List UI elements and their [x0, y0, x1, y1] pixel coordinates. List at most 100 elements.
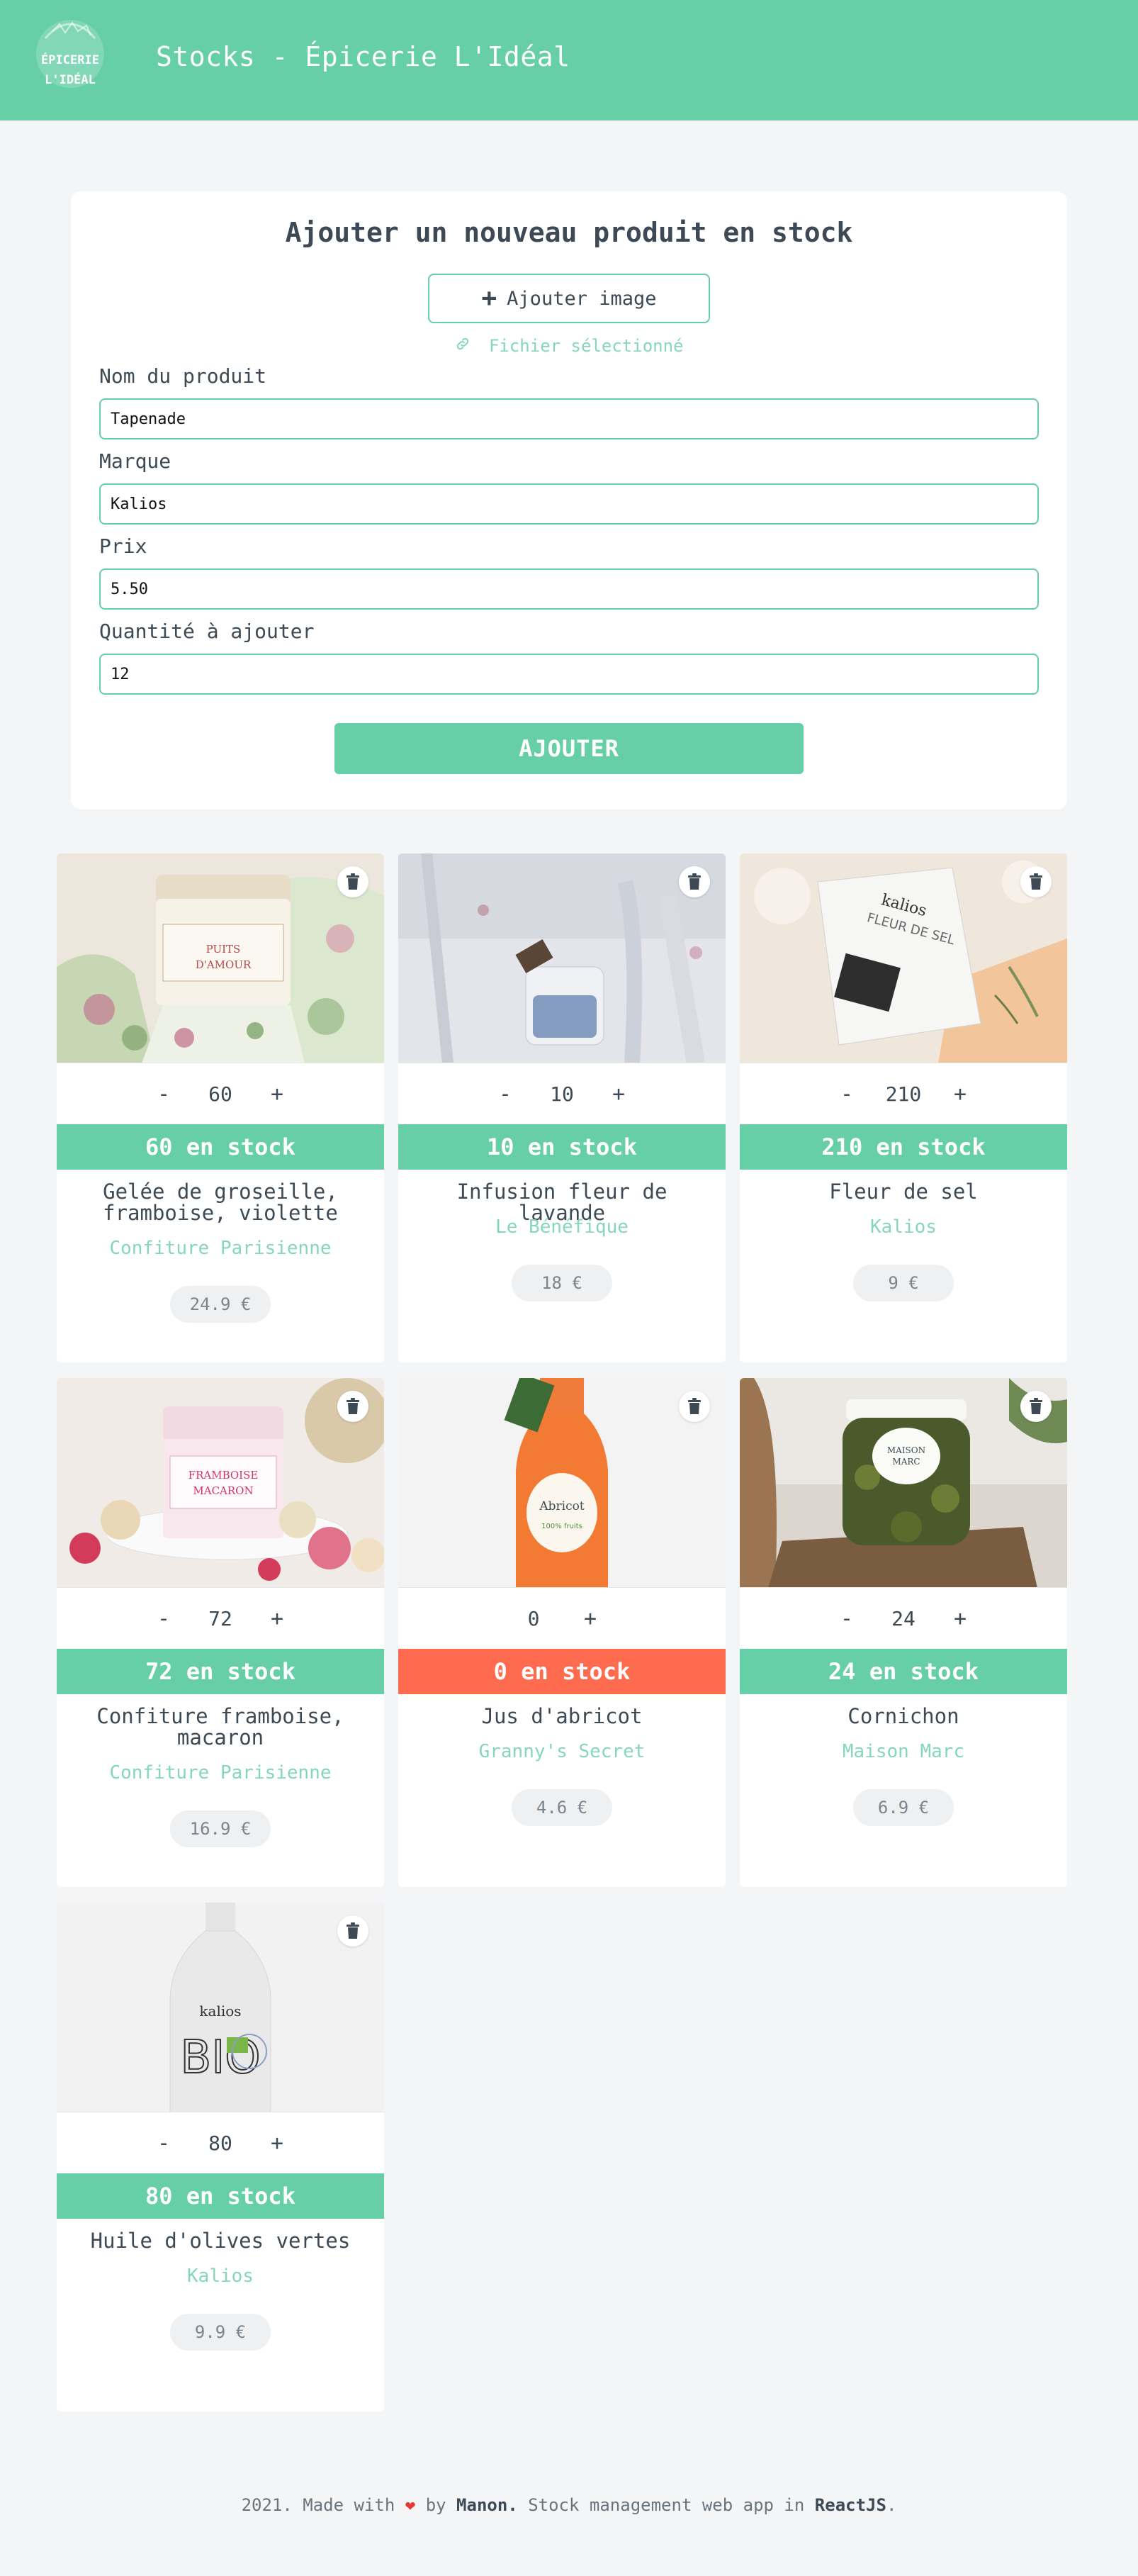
quantity-stepper: - 72 +: [57, 1588, 384, 1649]
quantity-value: 0: [527, 1606, 540, 1630]
trash-icon: [688, 873, 701, 890]
footer-author: Manon.: [456, 2495, 518, 2515]
product-image: [398, 853, 726, 1063]
product-name: Jus d'abricot: [481, 1704, 643, 1728]
increment-button[interactable]: +: [590, 1082, 647, 1107]
decrement-button[interactable]: -: [135, 1606, 192, 1631]
price-badge: 24.9 €: [170, 1286, 271, 1323]
product-brand: Kalios: [870, 1216, 937, 1238]
product-image: FRAMBOISE MACARON: [57, 1378, 384, 1588]
price-badge: 6.9 €: [853, 1789, 954, 1826]
plus-icon: +: [481, 284, 497, 313]
quantity-value: 24: [891, 1606, 916, 1630]
submit-add-button[interactable]: AJOUTER: [334, 723, 804, 774]
quantity-value: 80: [208, 2131, 232, 2155]
price-label: Prix: [99, 534, 147, 558]
image-label-line1: kalios: [199, 2003, 241, 2020]
quantity-stepper: - 10 +: [398, 1063, 726, 1124]
stock-badge: 10 en stock: [398, 1124, 726, 1170]
decrement-button[interactable]: -: [135, 1082, 192, 1107]
stock-badge: 24 en stock: [740, 1649, 1067, 1694]
footer-tech: ReactJS: [814, 2495, 886, 2515]
product-brand: Le Bénéfique: [495, 1216, 629, 1238]
logo-line2: L'IDÉAL: [45, 72, 96, 87]
product-image: PUITS D'AMOUR: [57, 853, 384, 1063]
trash-icon: [688, 1398, 701, 1414]
footer-middle: Stock management web app in: [528, 2495, 805, 2515]
increment-button[interactable]: +: [249, 2131, 305, 2156]
form-title: Ajouter un nouveau produit en stock: [285, 217, 853, 248]
stock-badge: 80 en stock: [57, 2173, 384, 2219]
increment-button[interactable]: +: [932, 1606, 988, 1631]
increment-button[interactable]: +: [932, 1082, 988, 1107]
product-name: Gelée de groseille, framboise, violette: [103, 1180, 338, 1225]
quantity-input[interactable]: [99, 654, 1039, 695]
product-brand: Confiture Parisienne: [109, 1238, 332, 1259]
link-icon: [455, 336, 471, 356]
add-product-form: Ajouter un nouveau produit en stock + Aj…: [71, 191, 1067, 810]
price-badge: 16.9 €: [170, 1810, 271, 1847]
product-name: Cornichon: [847, 1704, 959, 1728]
file-selected-status: Fichier sélectionné: [71, 336, 1067, 356]
quantity-value: 60: [208, 1082, 232, 1106]
product-image: Abricot 100% fruits: [398, 1378, 726, 1588]
add-image-button[interactable]: + Ajouter image: [428, 274, 710, 323]
delete-button[interactable]: [337, 1391, 368, 1422]
heart-icon: ❤: [405, 2495, 416, 2515]
decrement-button[interactable]: -: [135, 2131, 192, 2156]
image-label-line1: MAISON: [887, 1445, 925, 1455]
image-label-line2: BIO: [180, 2032, 260, 2084]
increment-button[interactable]: +: [249, 1606, 305, 1631]
product-name-input[interactable]: [99, 398, 1039, 439]
image-label-line2: D'AMOUR: [196, 958, 252, 971]
price-badge: 4.6 €: [512, 1789, 612, 1826]
stock-badge: 72 en stock: [57, 1649, 384, 1694]
delete-button[interactable]: [337, 1915, 368, 1947]
stock-badge: 210 en stock: [740, 1124, 1067, 1170]
trash-icon: [347, 1398, 359, 1414]
product-card: kalios BIO - 80 + 80 en stock Huile d'ol…: [57, 1903, 384, 2412]
brand-label: Marque: [99, 449, 171, 473]
decrement-button[interactable]: -: [818, 1082, 875, 1107]
quantity-stepper: 0 +: [398, 1588, 726, 1649]
product-card: FRAMBOISE MACARON - 72 + 72 en stock Con…: [57, 1378, 384, 1887]
price-badge: 9.9 €: [170, 2314, 271, 2351]
increment-button[interactable]: +: [562, 1606, 619, 1631]
footer-by: by: [425, 2495, 446, 2515]
product-name: Confiture framboise, macaron: [96, 1704, 344, 1749]
decrement-button[interactable]: -: [818, 1606, 875, 1631]
image-label-line2: 100% fruits: [541, 1523, 582, 1530]
trash-icon: [347, 1922, 359, 1939]
price-input[interactable]: [99, 569, 1039, 610]
quantity-stepper: - 80 +: [57, 2112, 384, 2173]
product-name: Fleur de sel: [829, 1180, 978, 1204]
logo-line1: ÉPICERIE: [41, 52, 99, 67]
product-card: Abricot 100% fruits 0 + 0 en stock Jus d…: [398, 1378, 726, 1887]
product-image: kalios FLEUR DE SEL: [740, 853, 1067, 1063]
product-name: Huile d'olives vertes: [90, 2229, 351, 2253]
price-badge: 18 €: [512, 1265, 612, 1301]
product-brand: Granny's Secret: [478, 1741, 646, 1762]
image-label-line1: Abricot: [539, 1499, 584, 1513]
quantity-stepper: - 24 +: [740, 1588, 1067, 1649]
trash-icon: [347, 873, 359, 890]
page-footer: 2021. Made with ❤ by Manon. Stock manage…: [0, 2495, 1138, 2515]
increment-button[interactable]: +: [249, 1082, 305, 1107]
brand-input[interactable]: [99, 483, 1039, 525]
price-badge: 9 €: [853, 1265, 954, 1301]
image-label-line1: PUITS: [206, 943, 241, 956]
delete-button[interactable]: [1020, 1391, 1052, 1422]
stock-badge: 0 en stock: [398, 1649, 726, 1694]
delete-button[interactable]: [1020, 866, 1052, 897]
product-card: MAISON MARC - 24 + 24 en stock Cornichon…: [740, 1378, 1067, 1887]
decrement-button[interactable]: -: [477, 1082, 534, 1107]
product-image: MAISON MARC: [740, 1378, 1067, 1588]
footer-prefix: 2021. Made with: [241, 2495, 395, 2515]
add-image-label: Ajouter image: [507, 287, 657, 310]
product-brand: Kalios: [187, 2266, 254, 2287]
delete-button[interactable]: [337, 866, 368, 897]
delete-button[interactable]: [679, 866, 710, 897]
delete-button[interactable]: [679, 1391, 710, 1422]
product-card: PUITS D'AMOUR - 60 + 60 en stock Gelée d…: [57, 853, 384, 1362]
trash-icon: [1030, 873, 1042, 890]
